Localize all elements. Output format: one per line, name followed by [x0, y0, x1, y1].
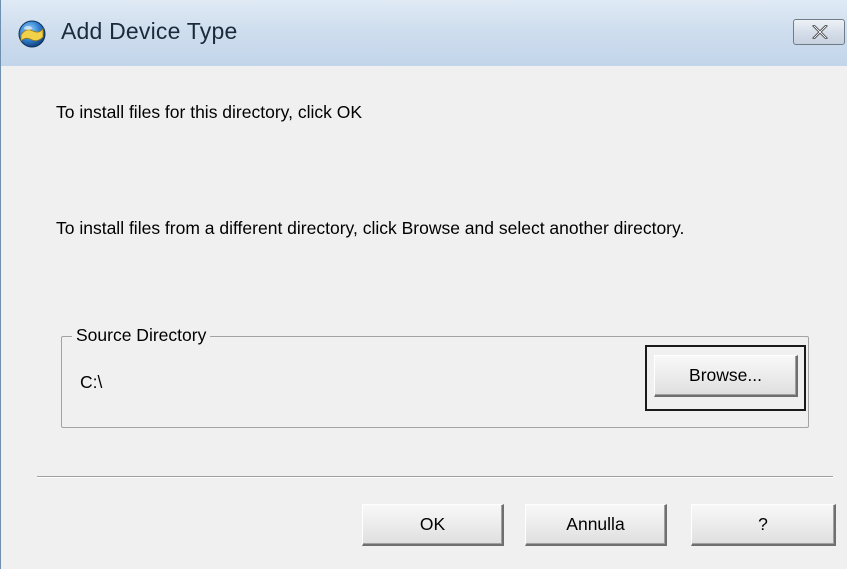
source-directory-label: Source Directory [72, 325, 211, 346]
ok-button[interactable]: OK [362, 504, 504, 546]
footer-separator [37, 476, 833, 478]
instruction-ok: To install files for this directory, cli… [56, 102, 363, 122]
help-button[interactable]: ? [691, 504, 836, 546]
close-button[interactable] [793, 19, 845, 45]
browse-button-highlight: Browse... [645, 345, 806, 411]
source-directory-path: C:\ [80, 372, 103, 392]
instruction-browse: To install files from a different direct… [56, 218, 685, 238]
browse-button[interactable]: Browse... [654, 355, 798, 397]
dialog-body: To install files for this directory, cli… [1, 66, 847, 569]
setup-globe-icon [17, 19, 47, 49]
window-title: Add Device Type [61, 18, 238, 44]
source-directory-group: Source Directory C:\ Browse... [61, 325, 809, 428]
title-bar[interactable]: Add Device Type [1, 0, 847, 66]
add-device-type-dialog: Add Device Type To install files for thi… [0, 0, 847, 569]
cancel-button[interactable]: Annulla [525, 504, 667, 546]
close-x-icon [812, 25, 828, 39]
